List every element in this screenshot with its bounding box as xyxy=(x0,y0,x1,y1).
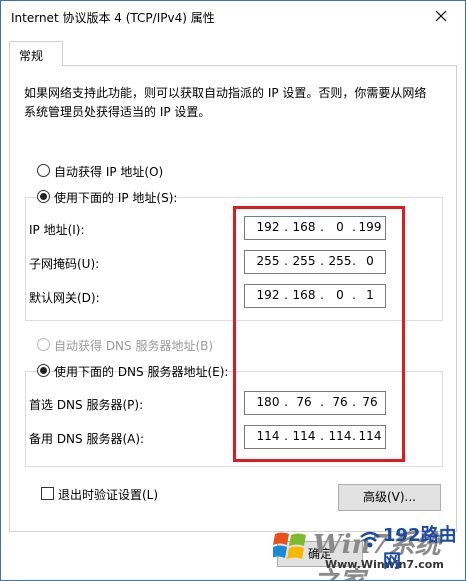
watermark-192luyou: 192路由网 xyxy=(357,521,463,572)
radio-manual-dns[interactable]: 使用下面的 DNS 服务器地址(E): xyxy=(37,363,228,379)
alternate-dns-label: 备用 DNS 服务器(A): xyxy=(29,432,145,446)
title-bar[interactable]: Internet 协议版本 4 (TCP/IPv4) 属性 xyxy=(1,1,465,31)
window-title: Internet 协议版本 4 (TCP/IPv4) 属性 xyxy=(11,11,215,25)
radio-circle xyxy=(37,164,50,177)
wifi-icon xyxy=(360,531,380,548)
ip-address-label: IP 地址(I): xyxy=(29,223,85,237)
default-gateway-label: 默认网关(D): xyxy=(29,291,100,305)
radio-auto-dns-label: 自动获得 DNS 服务器地址(B) xyxy=(54,339,214,353)
preferred-dns-label: 首选 DNS 服务器(P): xyxy=(29,398,144,412)
radio-manual-dns-label: 使用下面的 DNS 服务器地址(E): xyxy=(54,365,229,379)
radio-circle xyxy=(37,338,50,351)
advanced-button[interactable]: 高级(V)... xyxy=(338,484,441,511)
windows-logo-icon xyxy=(273,532,306,559)
checkbox-box xyxy=(41,487,54,500)
tab-general[interactable]: 常规 xyxy=(9,41,63,66)
radio-circle xyxy=(37,364,50,377)
description-text: 如果网络支持此功能，则可以获取自动指派的 IP 设置。否则，你需要从网络系统管理… xyxy=(24,86,427,119)
close-button[interactable] xyxy=(419,1,463,31)
subnet-mask-label: 子网掩码(U): xyxy=(29,257,100,271)
dialog-window: Internet 协议版本 4 (TCP/IPv4) 属性 常规 如果网络支持此… xyxy=(0,0,466,581)
radio-manual-ip-label: 使用下面的 IP 地址(S): xyxy=(54,191,178,205)
radio-auto-ip-label: 自动获得 IP 地址(O) xyxy=(54,165,164,179)
validate-on-exit-label: 退出时验证设置(L) xyxy=(58,488,159,502)
tab-general-label: 常规 xyxy=(19,49,44,63)
radio-circle xyxy=(37,190,50,203)
highlight-annotation-box xyxy=(233,206,405,462)
radio-manual-ip[interactable]: 使用下面的 IP 地址(S): xyxy=(37,189,177,205)
watermark-192-text: 192路由网 xyxy=(383,525,457,572)
close-icon xyxy=(435,10,447,22)
advanced-button-label: 高级(V)... xyxy=(362,490,417,504)
